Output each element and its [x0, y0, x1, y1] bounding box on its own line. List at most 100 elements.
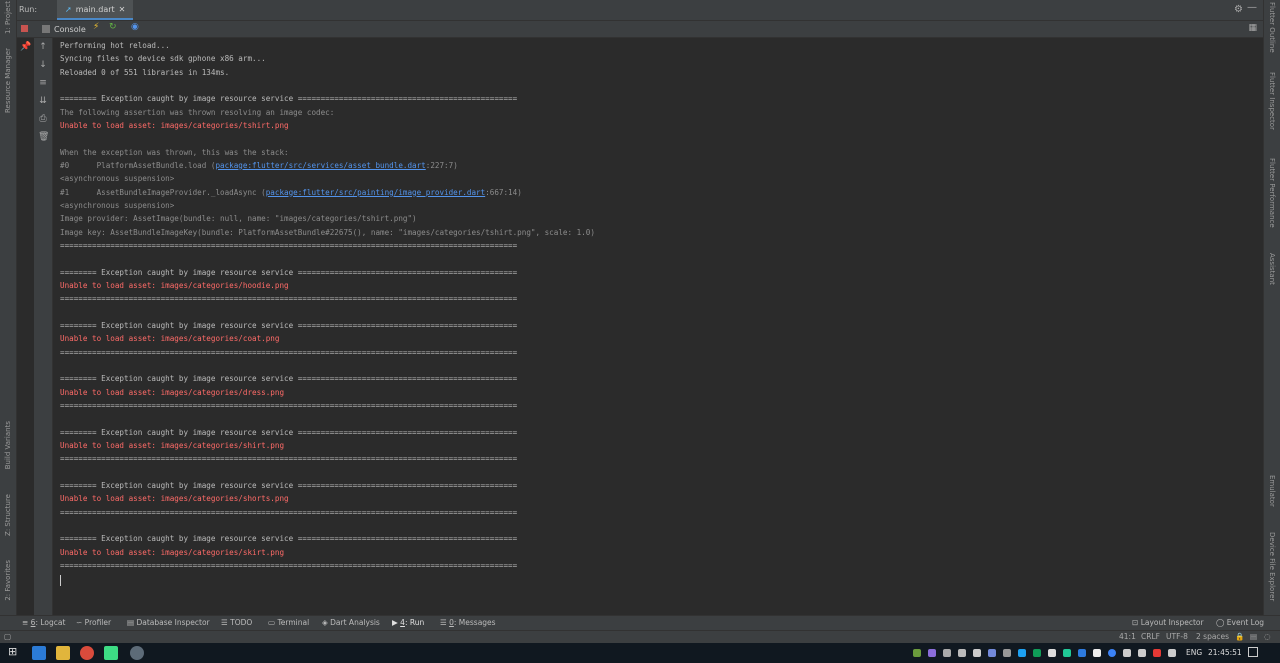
tab-console[interactable]: Console: [42, 22, 86, 36]
tray-icon-9[interactable]: [1033, 649, 1041, 657]
tray-icon-11[interactable]: [1063, 649, 1071, 657]
flutter-icon: ➚: [65, 4, 72, 14]
flutter-inspector-tool-tab[interactable]: Flutter Inspector: [1264, 68, 1280, 134]
taskbar-clock[interactable]: 21:45:51: [1208, 648, 1242, 657]
console-line: Image provider: AssetImage(bundle: null,…: [60, 213, 417, 225]
bluetooth-icon[interactable]: [1108, 649, 1116, 657]
console-line: ========================================…: [60, 400, 517, 412]
console-line-text: Image key: AssetBundleImageKey(bundle: P…: [60, 227, 595, 237]
resource-manager-tool-tab[interactable]: Resource Manager: [0, 45, 16, 117]
console-line: ========================================…: [60, 347, 517, 359]
caret-position[interactable]: 41:1: [1119, 632, 1136, 641]
bottom-tab-dart-analysis[interactable]: ◈ Dart Analysis: [322, 618, 380, 627]
tray-icon-1[interactable]: [913, 649, 921, 657]
build-variants-tool-tab[interactable]: Build Variants: [0, 415, 16, 475]
tray-icon-8[interactable]: [1018, 649, 1026, 657]
layout-icon[interactable]: ▦: [1248, 23, 1257, 33]
console-line: ======== Exception caught by image resou…: [60, 480, 517, 492]
tab-main-dart[interactable]: ➚ main.dart ✕: [57, 0, 134, 20]
project-tool-tab[interactable]: 1: Project: [0, 1, 16, 34]
gear-icon[interactable]: ⚙: [1234, 4, 1243, 15]
tray-icon-12[interactable]: [1078, 649, 1086, 657]
bottom-tab-profiler[interactable]: ∽ Profiler: [76, 618, 111, 627]
memory-icon[interactable]: ▤: [1250, 632, 1257, 641]
input-language[interactable]: ENG: [1186, 648, 1202, 657]
bottom-tab-database-inspector[interactable]: ▤ Database Inspector: [127, 618, 210, 627]
tray-icon-13[interactable]: [1093, 649, 1101, 657]
stack-trace-link[interactable]: package:flutter/src/services/asset_bundl…: [215, 161, 425, 170]
console-line: Image key: AssetBundleImageKey(bundle: P…: [60, 227, 595, 239]
close-icon[interactable]: ✕: [119, 5, 126, 14]
assistant-tool-tab[interactable]: Assistant: [1264, 248, 1280, 290]
console-line-text: ========================================…: [60, 347, 518, 357]
scroll-down-icon[interactable]: ↓: [38, 60, 48, 70]
layout-inspector-icon: ⊡: [1132, 618, 1139, 627]
console-line-text: ======== Exception caught by image resou…: [60, 374, 518, 384]
console-line: Unable to load asset: images/categories/…: [60, 333, 279, 345]
tray-icon-7[interactable]: [1003, 649, 1011, 657]
tray-icon-5[interactable]: [973, 649, 981, 657]
bottom-tab-terminal[interactable]: ▭ Terminal: [268, 618, 309, 627]
chrome-icon[interactable]: [80, 646, 94, 660]
console-output[interactable]: Performing hot reload... Syncing files to…: [56, 38, 1261, 615]
console-icon: [42, 25, 50, 33]
devtools-icon[interactable]: ◉: [131, 22, 139, 32]
hot-reload-icon[interactable]: ⚡: [93, 22, 99, 32]
flutter-performance-tool-tab[interactable]: Flutter Performance: [1264, 152, 1280, 234]
console-line: #0 PlatformAssetBundle.load (package:flu…: [60, 160, 458, 172]
stack-trace-link[interactable]: package:flutter/src/painting/image_provi…: [266, 188, 485, 197]
bottom-tab-run[interactable]: ▶ 4: Run: [392, 618, 424, 627]
bottom-tab-label: Terminal: [277, 618, 310, 627]
windows-start-icon[interactable]: ⊞: [8, 645, 22, 659]
scroll-up-icon[interactable]: ↑: [38, 42, 48, 52]
stop-icon[interactable]: [21, 25, 28, 32]
desktop-app-icon[interactable]: [32, 646, 46, 660]
console-line-text: <asynchronous suspension>: [60, 174, 175, 184]
tray-alert-icon[interactable]: [1153, 649, 1161, 657]
scroll-to-end-icon[interactable]: ⇊: [38, 96, 48, 106]
bottom-tab-logcat[interactable]: ≡ 6: Logcat: [22, 618, 65, 627]
indent-setting[interactable]: 2 spaces: [1196, 632, 1229, 641]
line-separator[interactable]: CRLF: [1141, 632, 1160, 641]
tray-icon-10[interactable]: [1048, 649, 1056, 657]
toggle-tool-windows-icon[interactable]: ▢: [4, 632, 11, 641]
flutter-outline-tool-tab[interactable]: Flutter Outline: [1264, 2, 1280, 53]
tray-icon-2[interactable]: [928, 649, 936, 657]
emulator-tool-tab[interactable]: Emulator: [1264, 470, 1280, 512]
file-explorer-icon[interactable]: [56, 646, 70, 660]
android-studio-icon[interactable]: [104, 646, 118, 660]
console-line: Unable to load asset: images/categories/…: [60, 120, 289, 132]
console-line: #1 AssetBundleImageProvider._loadAsync (…: [60, 187, 522, 199]
console-line: ========================================…: [60, 240, 517, 252]
action-center-icon[interactable]: [1248, 647, 1258, 657]
bottom-tab-messages[interactable]: ☰ 0: Messages: [440, 618, 496, 627]
console-line-text: ========================================…: [60, 507, 518, 517]
favorites-tool-tab[interactable]: 2: Favorites: [0, 555, 16, 605]
event-log-tab[interactable]: ◯ Event Log: [1216, 618, 1264, 627]
layout-inspector-label: Layout Inspector: [1140, 618, 1204, 627]
device-file-explorer-tool-tab[interactable]: Device File Explorer: [1264, 528, 1280, 606]
console-line: ========================================…: [60, 560, 517, 572]
volume-icon[interactable]: [1123, 649, 1131, 657]
tray-icon-4[interactable]: [958, 649, 966, 657]
minimize-icon[interactable]: —: [1247, 2, 1257, 13]
network-icon[interactable]: [1138, 649, 1146, 657]
console-line-text: ========================================…: [60, 240, 518, 250]
file-encoding[interactable]: UTF-8: [1166, 632, 1188, 641]
tray-icon-3[interactable]: [943, 649, 951, 657]
notifications-icon[interactable]: ◌: [1264, 632, 1271, 641]
console-line-text: ========================================…: [60, 560, 518, 570]
print-icon[interactable]: ⎙: [38, 114, 48, 124]
pin-icon[interactable]: 📌: [20, 42, 31, 52]
lock-icon[interactable]: 🔒: [1235, 632, 1244, 641]
soft-wrap-icon[interactable]: ≡: [38, 78, 48, 88]
structure-tool-tab[interactable]: Z: Structure: [0, 490, 16, 540]
console-line-text: Unable to load asset: images/categories/…: [60, 120, 289, 130]
trash-icon[interactable]: 🗑: [38, 132, 49, 142]
bottom-tab-todo[interactable]: ☰ TODO: [221, 618, 252, 627]
layout-inspector-tab[interactable]: ⊡ Layout Inspector: [1132, 618, 1204, 627]
discord-icon[interactable]: [988, 649, 996, 657]
hot-restart-icon[interactable]: ↻: [109, 22, 117, 32]
app-icon[interactable]: [130, 646, 144, 660]
power-icon[interactable]: [1168, 649, 1176, 657]
